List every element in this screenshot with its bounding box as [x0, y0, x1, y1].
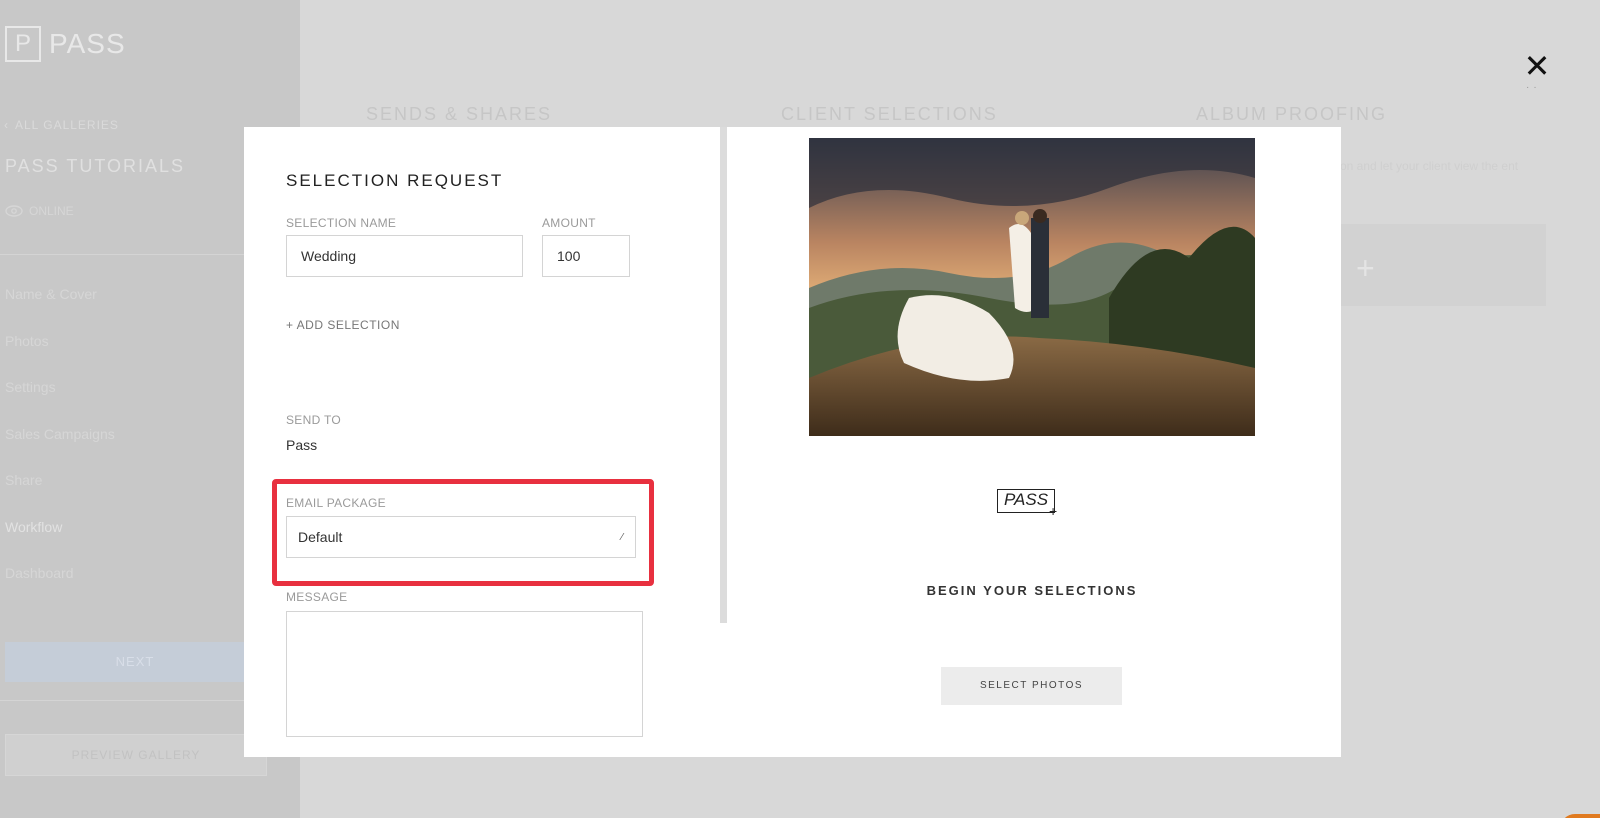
- eye-icon: [5, 205, 23, 217]
- preview-heading: BEGIN YOUR SELECTIONS: [926, 583, 1138, 598]
- amount-label: AMOUNT: [542, 216, 596, 230]
- pass-brand-logo: PASS: [997, 489, 1055, 513]
- sidebar-item-settings[interactable]: Settings: [5, 379, 115, 426]
- request-form: SELECTION REQUEST SELECTION NAME Wedding…: [244, 127, 722, 757]
- sidebar-item-dashboard[interactable]: Dashboard: [5, 565, 115, 612]
- send-to-label: SEND TO: [286, 413, 342, 427]
- add-album-button[interactable]: +: [1340, 224, 1546, 306]
- email-preview: PASS + BEGIN YOUR SELECTIONS SELECT PHOT…: [727, 127, 1341, 757]
- selection-name-label: SELECTION NAME: [286, 216, 397, 230]
- selection-name-input[interactable]: Wedding: [286, 235, 523, 277]
- sidebar-item-name-cover[interactable]: Name & Cover: [5, 286, 115, 333]
- sidebar-item-photos[interactable]: Photos: [5, 333, 115, 380]
- album-description: on and let your client view the ent: [1340, 159, 1519, 173]
- logo-text: PASS: [49, 28, 126, 59]
- cover-photo: [809, 138, 1255, 436]
- sidebar-item-sales-campaigns[interactable]: Sales Campaigns: [5, 426, 115, 473]
- chevron-down-icon: ⁄: [621, 531, 623, 543]
- send-to-value: Pass: [286, 437, 318, 453]
- column-sends-shares: SENDS & SHARES: [366, 104, 553, 124]
- close-icon[interactable]: ✕: [1522, 50, 1552, 82]
- preview-gallery-button[interactable]: PREVIEW GALLERY: [5, 734, 267, 776]
- modal-title: SELECTION REQUEST: [286, 171, 504, 190]
- logo-mark: P: [5, 26, 41, 62]
- chat-widget-button[interactable]: [1560, 814, 1600, 818]
- message-textarea[interactable]: [286, 611, 643, 737]
- column-album-proofing: ALBUM PROOFING: [1196, 104, 1388, 124]
- sidebar-item-workflow[interactable]: Workflow: [5, 519, 115, 566]
- email-package-select[interactable]: Default ⁄: [286, 516, 636, 558]
- amount-input[interactable]: 100: [542, 235, 630, 277]
- all-galleries-link[interactable]: ‹ ALL GALLERIES: [4, 118, 119, 132]
- all-galleries-label: ALL GALLERIES: [15, 118, 119, 132]
- message-label: MESSAGE: [286, 590, 348, 604]
- status-badge[interactable]: ONLINE: [5, 204, 74, 218]
- sidebar-nav: Name & Cover Photos Settings Sales Campa…: [5, 286, 115, 612]
- add-selection-button[interactable]: + ADD SELECTION: [286, 318, 400, 332]
- plus-icon: +: [1356, 250, 1375, 286]
- vertical-divider: [720, 127, 727, 623]
- app-logo[interactable]: P PASS: [5, 26, 126, 62]
- column-client-selections: CLIENT SELECTIONS: [781, 104, 998, 124]
- close-hint: ··: [1526, 82, 1541, 93]
- status-label: ONLINE: [29, 204, 74, 218]
- selection-request-modal: SELECTION REQUEST SELECTION NAME Wedding…: [244, 127, 1341, 757]
- email-package-label: EMAIL PACKAGE: [286, 496, 386, 510]
- next-button[interactable]: NEXT: [5, 642, 265, 682]
- chevron-left-icon: ‹: [4, 118, 9, 132]
- gallery-title: PASS TUTORIALS: [5, 156, 186, 176]
- email-package-value: Default: [298, 529, 343, 545]
- sidebar-item-share[interactable]: Share: [5, 472, 115, 519]
- plus-icon: +: [1049, 503, 1058, 519]
- select-photos-button[interactable]: SELECT PHOTOS: [941, 667, 1122, 705]
